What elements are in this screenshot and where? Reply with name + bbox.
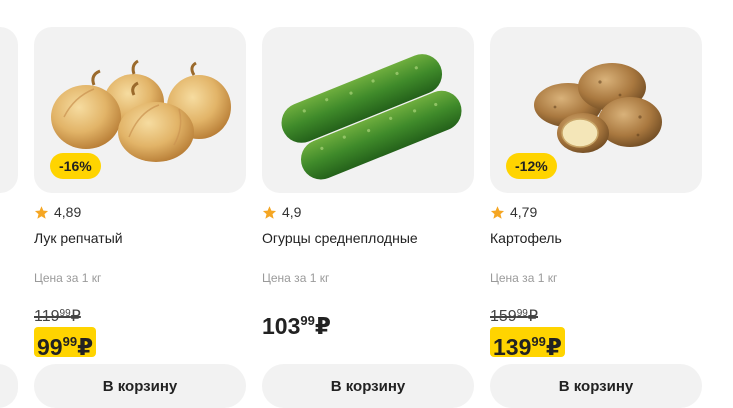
unit-price-label: Цена за 1 кг — [490, 271, 558, 285]
product-name[interactable]: Огурцы среднеплодные — [262, 230, 418, 246]
product-card-cucumbers[interactable]: 4,9 Огурцы среднеплодные Цена за 1 кг 10… — [262, 27, 474, 408]
rating-value: 4,79 — [510, 204, 538, 220]
discount-badge: -16% — [50, 153, 101, 179]
previous-add-to-cart-button-edge[interactable] — [0, 364, 18, 408]
rating: 4,79 — [490, 203, 537, 221]
star-icon — [490, 205, 505, 219]
old-price: 11999₽ — [34, 308, 81, 325]
product-image[interactable]: -16% — [34, 27, 246, 193]
previous-product-card-edge — [0, 27, 18, 193]
add-to-cart-button[interactable]: В корзину — [262, 364, 474, 408]
product-image[interactable] — [262, 27, 474, 193]
product-card-potatoes[interactable]: -12% 4,79 Картофель Цена за 1 кг 15999₽ … — [490, 27, 702, 408]
rating: 4,89 — [34, 203, 81, 221]
sale-price: 9999₽ — [34, 327, 97, 360]
product-card-onion[interactable]: -16% 4,89 Лук репчатый Цена за 1 кг 1199… — [34, 27, 246, 408]
price: 10399₽ — [262, 313, 331, 339]
add-to-cart-button[interactable]: В корзину — [34, 364, 246, 408]
add-to-cart-button[interactable]: В корзину — [490, 364, 702, 408]
discount-badge: -12% — [506, 153, 557, 179]
star-icon — [262, 205, 277, 219]
unit-price-label: Цена за 1 кг — [34, 271, 102, 285]
product-name[interactable]: Картофель — [490, 230, 562, 246]
star-icon — [34, 205, 49, 219]
product-image[interactable]: -12% — [490, 27, 702, 193]
unit-price-label: Цена за 1 кг — [262, 271, 330, 285]
product-name[interactable]: Лук репчатый — [34, 230, 123, 246]
rating-value: 4,89 — [54, 204, 82, 220]
sale-price: 13999₽ — [490, 327, 565, 360]
cucumber-image — [281, 54, 462, 180]
old-price: 15999₽ — [490, 308, 539, 325]
rating: 4,9 — [262, 203, 301, 221]
rating-value: 4,9 — [282, 204, 302, 220]
